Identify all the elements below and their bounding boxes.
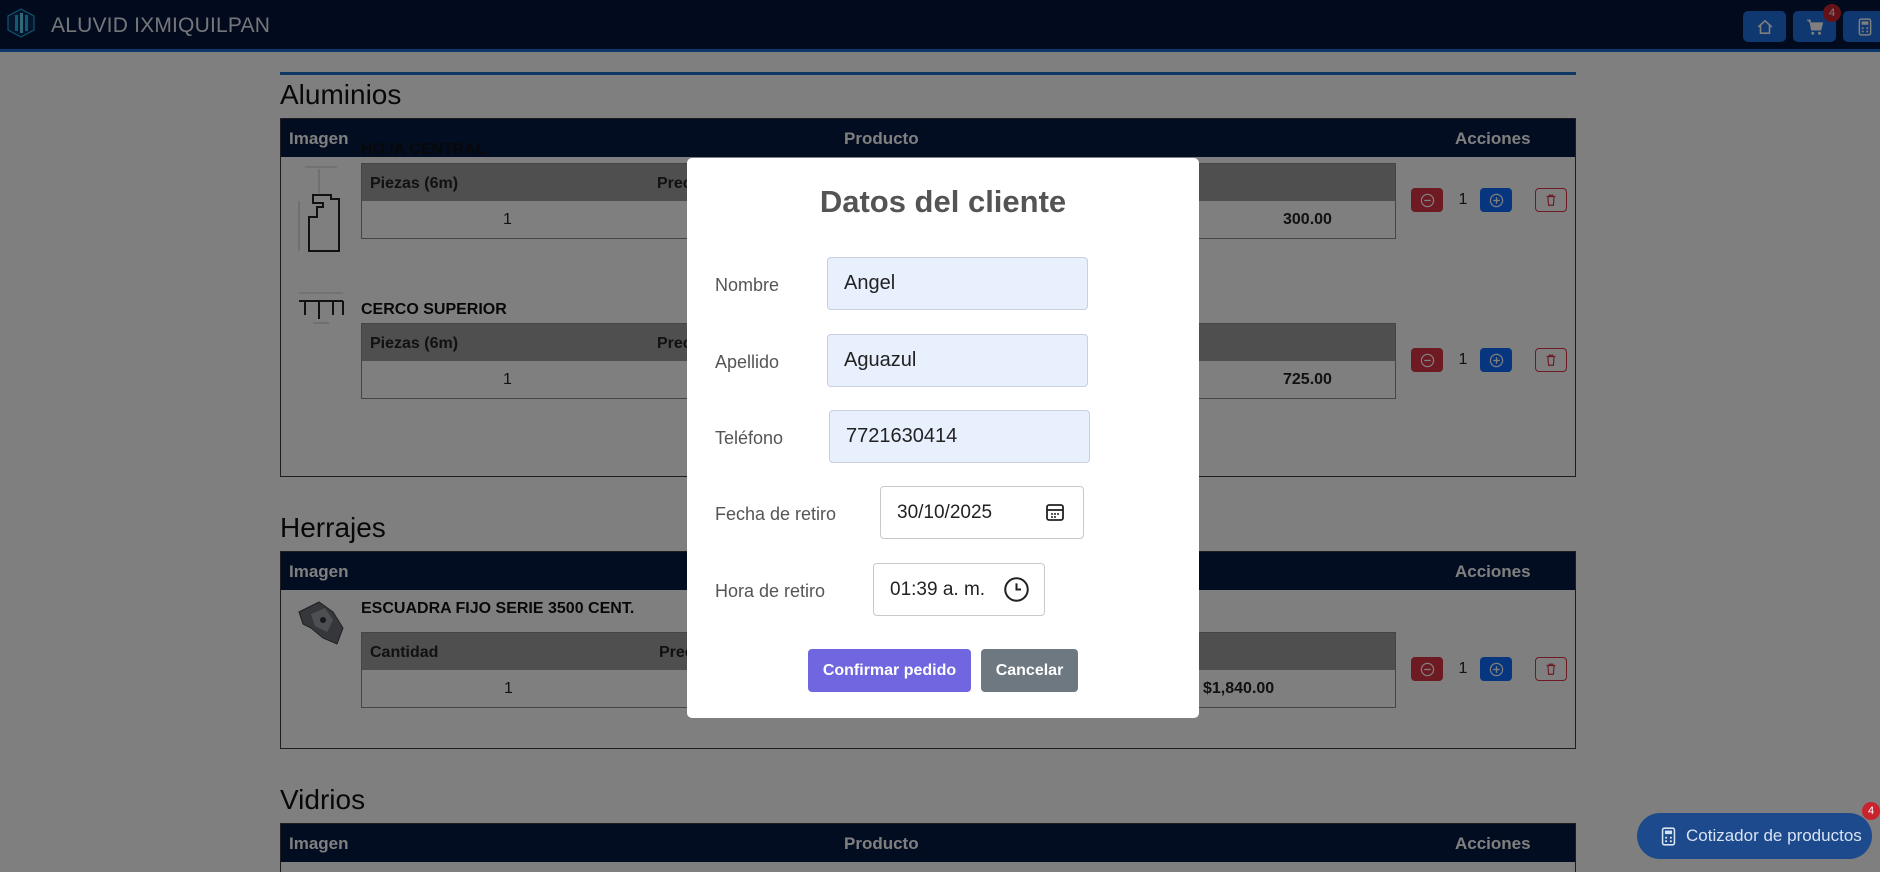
cotizador-label: Cotizador de productos	[1686, 826, 1862, 845]
client-data-modal: Datos del cliente Nombre Apellido Teléfo…	[687, 158, 1199, 718]
nombre-input[interactable]	[827, 257, 1088, 310]
calendar-icon[interactable]	[1043, 500, 1067, 524]
hora-retiro-label: Hora de retiro	[715, 581, 826, 601]
nombre-label: Nombre	[715, 275, 780, 295]
confirm-order-button[interactable]: Confirmar pedido	[808, 649, 971, 692]
cotizador-button[interactable]: Cotizador de productos	[1637, 813, 1872, 859]
calculator-icon	[1661, 826, 1676, 846]
apellido-input[interactable]	[827, 334, 1088, 387]
fecha-retiro-label: Fecha de retiro	[715, 504, 837, 524]
modal-title: Datos del cliente	[819, 184, 1067, 219]
telefono-input[interactable]	[829, 410, 1090, 463]
apellido-label: Apellido	[715, 352, 780, 372]
cancel-button[interactable]: Cancelar	[981, 649, 1078, 692]
telefono-label: Teléfono	[715, 428, 784, 448]
clock-icon[interactable]	[1003, 576, 1030, 603]
cotizador-badge: 4	[1862, 802, 1880, 820]
